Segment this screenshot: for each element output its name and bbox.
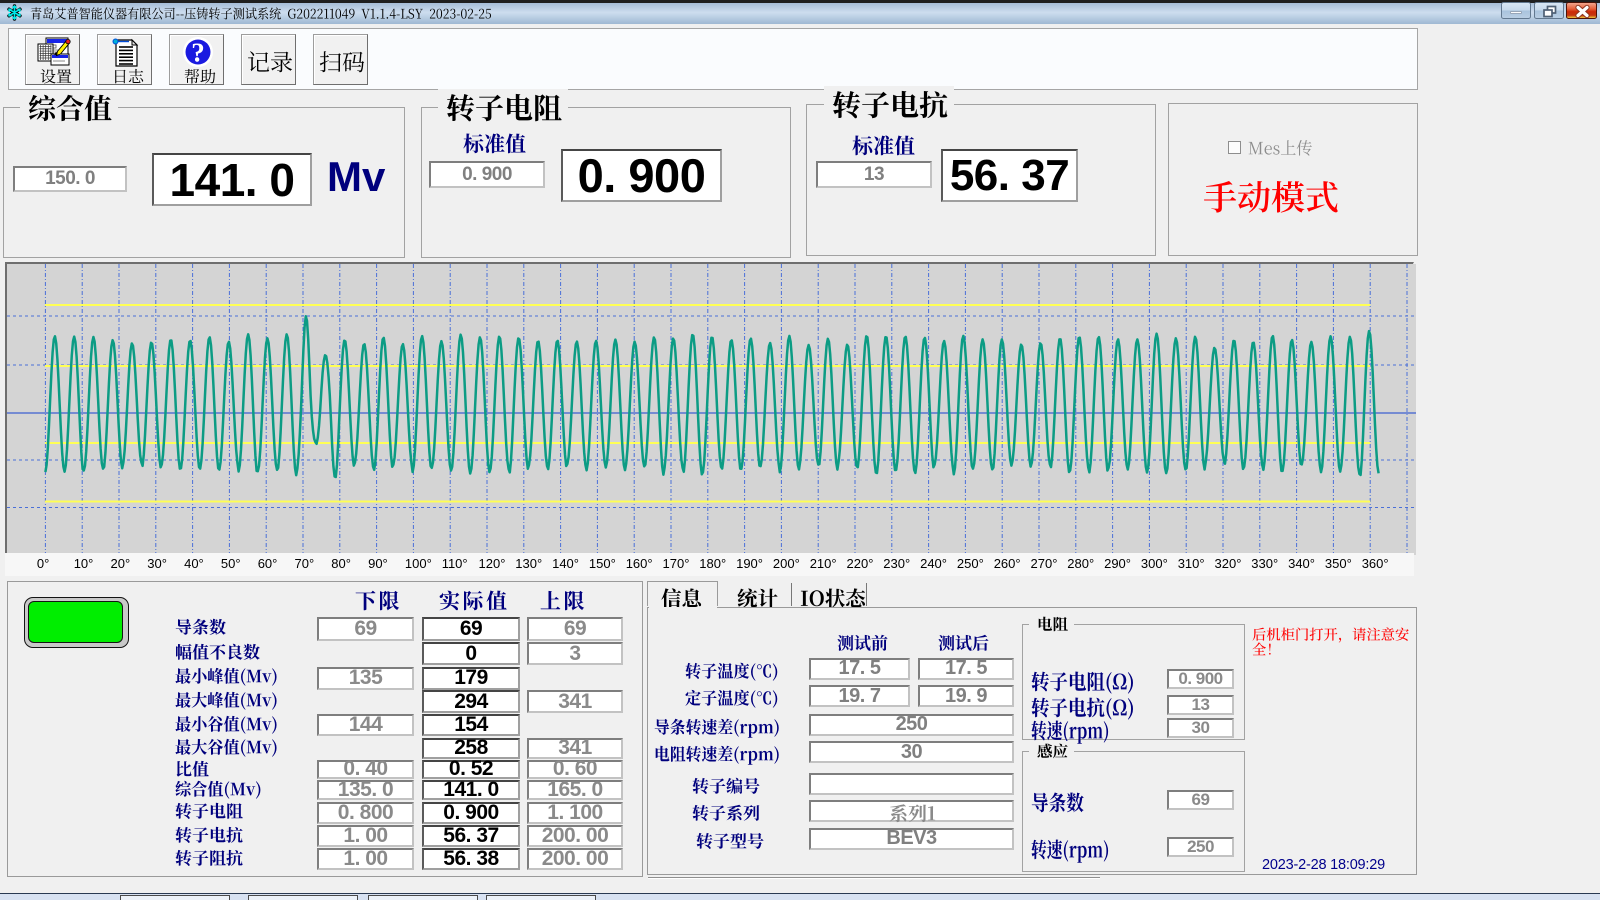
svg-text:?: ?: [191, 38, 205, 68]
